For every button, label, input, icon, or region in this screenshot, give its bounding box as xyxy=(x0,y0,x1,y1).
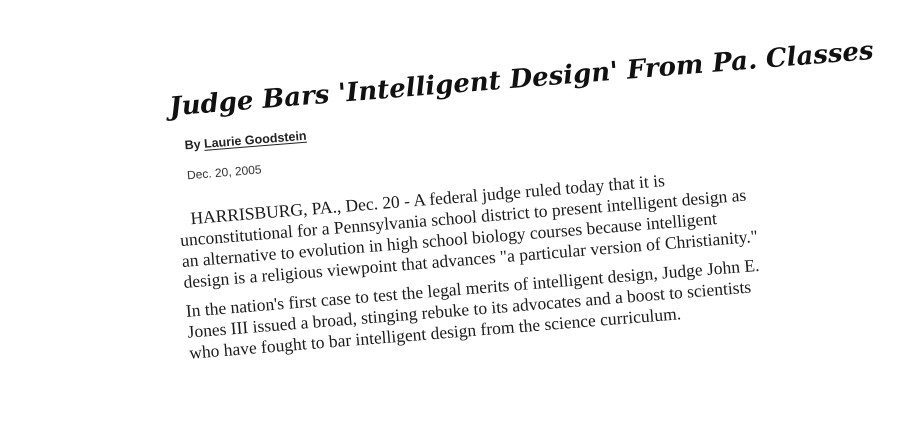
page: Judge Bars 'Intelligent Design' From Pa.… xyxy=(0,0,900,444)
article: Judge Bars 'Intelligent Design' From Pa.… xyxy=(168,36,874,372)
byline-prefix: By xyxy=(184,136,205,153)
author-link[interactable]: Laurie Goodstein xyxy=(203,129,307,151)
